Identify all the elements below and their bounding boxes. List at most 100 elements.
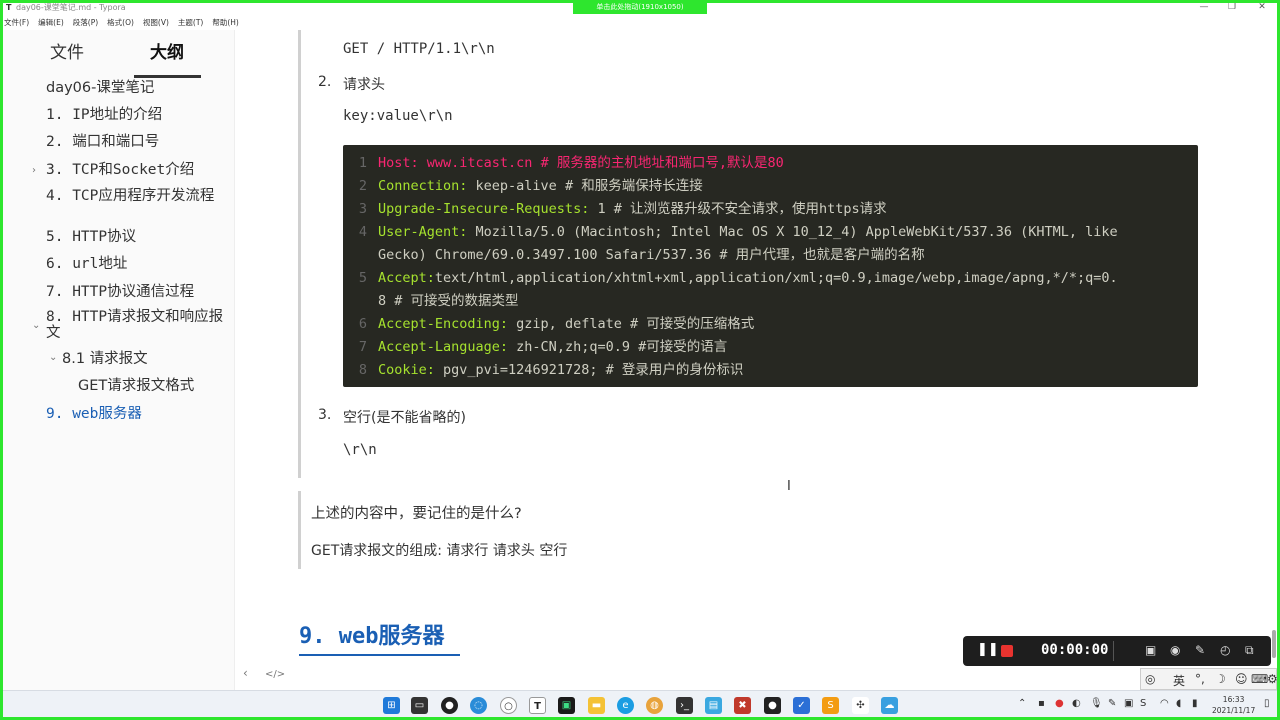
obs-icon[interactable]: ● (441, 697, 458, 714)
typora-taskbar-icon[interactable]: T (529, 697, 546, 714)
request-header-label: 请求头 (343, 77, 385, 93)
menu-help[interactable]: 帮助(H) (212, 17, 239, 28)
outline-item-3[interactable]: 3. TCP和Socket介绍 (46, 162, 194, 178)
clock[interactable]: 16:33 2021/11/17 (1212, 694, 1255, 716)
outline-item-8-1[interactable]: 8.1 请求报文 (62, 351, 148, 367)
close-button[interactable]: ✕ (1252, 0, 1272, 15)
clock-time: 16:33 (1222, 695, 1245, 704)
tray-record-icon[interactable]: ● (1055, 698, 1064, 709)
question-text: 上述的内容中，要记住的是什么? (311, 506, 522, 522)
network-app-icon[interactable]: ✣ (852, 697, 869, 714)
stop-record-icon[interactable] (1001, 645, 1013, 657)
tab-files[interactable]: 文件 (50, 38, 84, 63)
volume-icon[interactable]: ◖ (1176, 698, 1181, 709)
chevron-right-icon[interactable]: › (32, 165, 36, 176)
wifi-icon[interactable]: ◠ (1160, 698, 1169, 709)
xmind-icon[interactable]: ✖ (734, 697, 751, 714)
sidebar: 文件 大纲 day06-课堂笔记 1. IP地址的介绍 2. 端口和端口号 › … (0, 30, 235, 690)
outline-item-7[interactable]: 7. HTTP协议通信过程 (46, 284, 194, 300)
ime-language-toggle[interactable]: 英 (1173, 672, 1185, 689)
typora-app-icon: T (6, 3, 12, 12)
circle-app-icon[interactable]: ○ (500, 697, 517, 714)
pen-icon[interactable]: ✎ (1195, 643, 1205, 657)
pycharm-icon[interactable]: ▣ (558, 697, 575, 714)
vertical-scrollbar-thumb[interactable] (1272, 630, 1276, 658)
ime-logo-icon[interactable]: ◎ (1145, 672, 1155, 686)
menu-file[interactable]: 文件(F) (4, 17, 29, 28)
tray-app-icon[interactable]: ◐ (1072, 698, 1081, 709)
sidebar-tabs: 文件 大纲 (0, 38, 235, 78)
keyboard-icon[interactable]: ⌨ (1251, 672, 1268, 686)
outline-item-1[interactable]: 1. IP地址的介绍 (46, 107, 162, 123)
code-block[interactable]: 1 Host: www.itcast.cn # 服务器的主机地址和端口号,默认是… (343, 145, 1198, 387)
recorder-taskbar-icon[interactable]: ● (764, 697, 781, 714)
task-view-icon[interactable]: ▭ (411, 697, 428, 714)
clock-date: 2021/11/17 (1212, 706, 1256, 715)
windows-start-icon[interactable]: ⊞ (383, 697, 400, 714)
sogou-icon[interactable]: S (1140, 698, 1146, 709)
microphone-icon[interactable]: 🎙 (1090, 698, 1103, 709)
capture-drag-handle[interactable]: 单击此处拖动(1910x1050) (573, 0, 707, 14)
list-number-3: 3. (318, 407, 332, 423)
sublime-icon[interactable]: S (822, 697, 839, 714)
pen-tray-icon[interactable]: ✎ (1108, 698, 1116, 709)
toolbar-divider (1113, 641, 1114, 661)
chevron-down-icon[interactable]: ⌄ (49, 352, 57, 363)
chrome-icon[interactable]: ◍ (646, 697, 663, 714)
file-explorer-icon[interactable]: ▬ (588, 697, 605, 714)
header-format-text: key:value\r\n (343, 108, 453, 124)
blockquote-bar (298, 30, 301, 478)
text-cursor-icon: I (787, 479, 791, 494)
cloud-app-icon[interactable]: ☁ (881, 697, 898, 714)
maximize-button[interactable]: ❐ (1222, 0, 1242, 15)
moon-icon[interactable]: ☽ (1215, 672, 1226, 686)
menu-edit[interactable]: 编辑(E) (38, 17, 64, 28)
active-tab-indicator (134, 75, 201, 78)
chat-icon[interactable]: ◌ (470, 697, 487, 714)
record-timer: 00:00:00 (1041, 642, 1109, 658)
blank-line-label: 空行(是不能省略的) (343, 410, 466, 426)
outline-item-9-active[interactable]: 9. web服务器 (46, 406, 142, 422)
tray-chevron-icon[interactable]: ⌃ (1018, 698, 1026, 709)
feishu-icon[interactable]: ✓ (793, 697, 810, 714)
settings-gear-icon[interactable]: ⚙ (1267, 672, 1278, 686)
outline-item-6[interactable]: 6. url地址 (46, 256, 127, 272)
menu-view[interactable]: 视图(V) (143, 17, 169, 28)
outline-item-2[interactable]: 2. 端口和端口号 (46, 134, 159, 150)
list-number-2: 2. (318, 74, 332, 90)
heading-underline (299, 654, 460, 656)
outline-item-4[interactable]: 4. TCP应用程序开发流程 (46, 188, 226, 204)
terminal-icon[interactable]: ›_ (676, 697, 693, 714)
outline-item-get-format[interactable]: GET请求报文格式 (78, 378, 194, 394)
minimize-button[interactable]: — (1194, 0, 1214, 15)
app-tray-icon[interactable]: ▣ (1124, 698, 1133, 709)
screenshot-region-icon[interactable]: ▣ (1145, 643, 1156, 657)
tray-app-icon[interactable]: ▪ (1038, 698, 1045, 709)
window-title: day06-课堂笔记.md - Typora (16, 3, 126, 12)
outline-item-doc-title[interactable]: day06-课堂笔记 (46, 80, 154, 96)
menu-format[interactable]: 格式(O) (107, 17, 134, 28)
battery-icon[interactable]: ▮ (1192, 698, 1198, 709)
outline-item-5[interactable]: 5. HTTP协议 (46, 229, 136, 245)
outline-item-8[interactable]: 8. HTTP请求报文和响应报文 (46, 309, 226, 341)
chevron-down-icon[interactable]: ⌄ (32, 320, 40, 331)
menu-theme[interactable]: 主题(T) (178, 17, 203, 28)
taskbar: ⊞ ▭ ● ◌ ○ T ▣ ▬ e ◍ ›_ ▤ ✖ ● ✓ S ✣ ☁ ⌃ ▪… (0, 690, 1280, 720)
blank-line-text: \r\n (343, 442, 377, 458)
camera-icon[interactable]: ◉ (1170, 643, 1180, 657)
ime-status-bar: ◎ 英 °, ☽ ☺ ⌨ ⚙ (1140, 668, 1278, 690)
tab-outline[interactable]: 大纲 (150, 38, 184, 63)
menu-bar: 文件(F) 编辑(E) 段落(P) 格式(O) 视图(V) 主题(T) 帮助(H… (0, 15, 1280, 30)
menu-paragraph[interactable]: 段落(P) (73, 17, 98, 28)
minimize-toolbar-icon[interactable]: ⧉ (1245, 643, 1254, 658)
pause-icon[interactable]: ❚❚ (977, 642, 999, 657)
emoji-icon[interactable]: ☺ (1235, 672, 1248, 686)
punctuation-icon[interactable]: °, (1195, 672, 1205, 686)
notification-icon[interactable]: ▯ (1264, 698, 1270, 709)
heading-web-server: 9. web服务器 (299, 618, 460, 656)
timer-icon[interactable]: ◴ (1220, 643, 1230, 657)
request-line-text: GET / HTTP/1.1\r\n (343, 41, 495, 57)
app-icon[interactable]: ▤ (705, 697, 722, 714)
editor-content[interactable]: GET / HTTP/1.1\r\n 2. 请求头 key:value\r\n … (236, 30, 1276, 690)
edge-icon[interactable]: e (617, 697, 634, 714)
